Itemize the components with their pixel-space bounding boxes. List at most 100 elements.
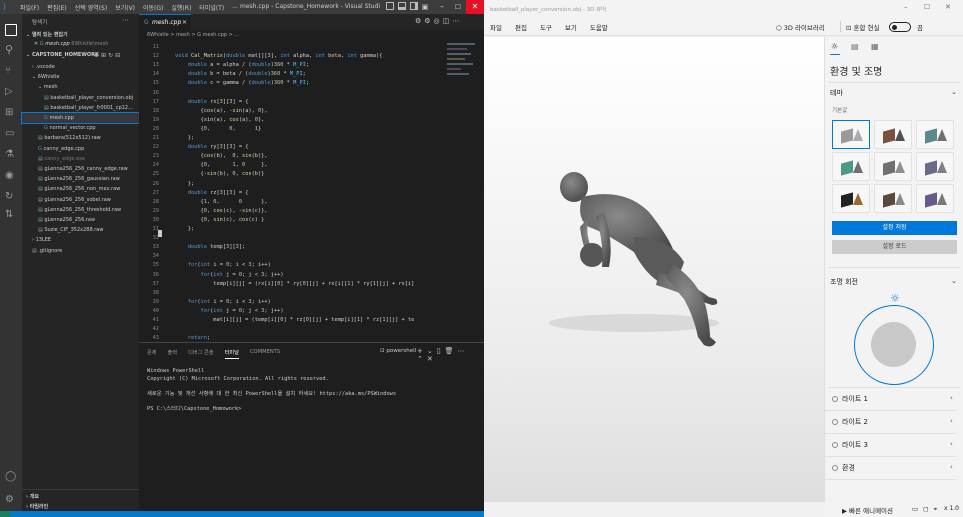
panel-tab[interactable]: 문제 — [147, 349, 157, 359]
layout-panel-icon[interactable] — [398, 2, 406, 10]
tree-item[interactable]: ▤ .gitignore — [22, 246, 139, 256]
theme-swatch[interactable] — [916, 152, 954, 181]
explorer-icon[interactable] — [5, 24, 17, 36]
terminal-actions-icons[interactable]: +⌄▯🗑⋯⌃✕ — [417, 347, 484, 363]
viewer-menu-item[interactable]: 도구 — [540, 22, 552, 32]
light-radio[interactable] — [832, 465, 838, 471]
tree-item[interactable]: ▤ gLenna256_256_canny_edge.raw — [22, 164, 139, 174]
animation-selector[interactable]: ▶ 빠른 애니메이션 — [842, 505, 893, 515]
pull-request-icon[interactable]: ⇅ — [5, 209, 17, 221]
tree-item[interactable]: ▤ gLenna256_256.raw — [22, 215, 139, 225]
viewer-menu-item[interactable]: 편집 — [515, 22, 527, 32]
theme-swatch[interactable] — [832, 120, 870, 149]
tree-item[interactable]: ▤ gLenna256_256_sobel.raw — [22, 195, 139, 205]
grid-tab-icon[interactable]: ▦ — [871, 42, 879, 51]
open-editor-item[interactable]: ✕ G mesh.cpp 6Whistle\mesh — [34, 41, 108, 47]
close-editor-icon[interactable]: ✕ — [34, 41, 38, 47]
outline-section[interactable]: › 개요 — [26, 493, 39, 500]
run-debug-icon[interactable]: ▷ — [5, 86, 17, 98]
theme-swatch[interactable] — [916, 184, 954, 213]
mixed-reality-toggle[interactable] — [889, 22, 911, 32]
tree-item[interactable]: ▤ gLenna256_256_gaussian.raw — [22, 174, 139, 184]
viewer-minimize-button[interactable]: – — [904, 3, 908, 11]
lighting-tab-icon[interactable]: ☼ — [831, 42, 838, 51]
tab-mesh-cpp[interactable]: G mesh.cpp ✕ — [139, 14, 191, 30]
theme-swatch[interactable] — [874, 184, 912, 213]
testing-icon[interactable]: ⚗ — [5, 149, 17, 161]
view-controls-icons[interactable]: ▭◻⌖ — [912, 505, 942, 514]
settings-gear-icon[interactable]: ⚙ — [5, 494, 17, 506]
tree-item[interactable]: ▤ basketball_player_conversion.obj — [22, 93, 139, 103]
3d-viewport[interactable] — [484, 37, 824, 502]
viewer-menu-item[interactable]: 파일 — [490, 22, 502, 32]
project-header[interactable]: ⌄ CAPSTONE_HOMEWORK — [26, 52, 99, 58]
maximize-button[interactable]: ☐ — [450, 0, 466, 14]
light-radio[interactable] — [832, 419, 838, 425]
tree-item[interactable]: ▤ gLenna256_256_threshold.raw — [22, 205, 139, 215]
terminal-shell-selector[interactable]: ⊡ powershell — [380, 348, 416, 354]
panel-tab[interactable]: 디버그 콘솔 — [188, 349, 214, 359]
chevron-left-icon[interactable]: ‹ — [950, 440, 953, 448]
light-radio[interactable] — [832, 442, 838, 448]
panel-tab[interactable]: COMMENTS — [250, 349, 280, 359]
explorer-more-icon[interactable]: ⋯ — [122, 16, 129, 24]
terminal-output[interactable]: Windows PowerShell Copyright (C) Microsof… — [147, 368, 477, 413]
layout-sidebar-icon[interactable] — [386, 2, 394, 10]
theme-swatch[interactable] — [916, 120, 954, 149]
sun-handle-icon[interactable]: ☼ — [889, 293, 901, 305]
light-rotation-dial[interactable] — [854, 305, 934, 385]
source-control-icon[interactable]: ⑂ — [5, 65, 17, 77]
light-row[interactable]: 라이트 2 ‹ — [830, 414, 960, 432]
tab-close-icon[interactable]: ✕ — [182, 19, 187, 26]
github-icon[interactable]: ◉ — [5, 170, 17, 182]
close-button[interactable]: ✕ — [466, 0, 484, 14]
menu-item[interactable]: 이동(G) — [143, 3, 163, 12]
minimap[interactable] — [447, 40, 481, 100]
light-row[interactable]: 라이트 3 ‹ — [830, 437, 960, 455]
theme-swatch[interactable] — [832, 184, 870, 213]
light-row[interactable]: 라이트 1 ‹ — [830, 391, 960, 409]
theme-swatch[interactable] — [832, 152, 870, 181]
menu-item[interactable]: 터미널(T) — [199, 3, 224, 12]
tree-item[interactable]: ▤ basketball_player_fr0001_cp12... — [22, 103, 139, 113]
theme-swatch[interactable] — [874, 120, 912, 149]
theme-collapse-icon[interactable]: ⌄ — [951, 88, 957, 96]
menu-item[interactable]: ... — [232, 3, 238, 12]
save-settings-button[interactable]: 설정 저장 — [832, 221, 957, 235]
tree-item[interactable]: ▤ gLenna256_256_non_max.raw — [22, 184, 139, 194]
layout-secondary-icon[interactable] — [410, 2, 418, 10]
tree-item[interactable]: G normal_vector.cpp — [22, 123, 139, 133]
load-settings-button[interactable]: 설정 로드 — [832, 240, 957, 254]
viewer-close-button[interactable]: ✕ — [945, 3, 951, 11]
menu-item[interactable]: 파일(F) — [20, 3, 39, 12]
menu-item[interactable]: 편집(E) — [47, 3, 67, 12]
breadcrumb[interactable]: 6Whistle > mesh > G mesh.cpp > ... — [139, 30, 484, 40]
tree-item[interactable]: G canny_edge.cpp — [22, 144, 139, 154]
viewer-maximize-button[interactable]: ☐ — [924, 3, 930, 11]
menu-item[interactable]: 선택 영역(S) — [75, 3, 107, 12]
menu-item[interactable]: 실행(R) — [171, 3, 191, 12]
rotation-collapse-icon[interactable]: ⌄ — [951, 277, 957, 285]
tree-item[interactable]: ▤ barbara(512x512).raw — [22, 133, 139, 143]
tree-item[interactable]: ▤ canny_edge.exe — [22, 154, 139, 164]
open-editors-header[interactable]: ⌄ 열려 있는 편집기 — [26, 31, 68, 38]
minimize-button[interactable]: – — [434, 0, 450, 14]
remote-explorer-icon[interactable]: ▭ — [5, 128, 17, 140]
search-icon[interactable]: ⚲ — [5, 44, 17, 56]
theme-swatch[interactable] — [874, 152, 912, 181]
remote-indicator-button[interactable] — [0, 511, 10, 517]
viewer-menu-item[interactable]: 보기 — [565, 22, 577, 32]
editor-actions-icons[interactable]: ⚙⚙◎◫⋯ — [415, 17, 462, 25]
stats-tab-icon[interactable]: ▤ — [851, 42, 859, 51]
panel-tab[interactable]: 출력 — [168, 349, 178, 359]
live-share-icon[interactable]: ↻ — [5, 191, 17, 203]
extensions-icon[interactable]: ⊞ — [5, 107, 17, 119]
3d-library-button[interactable]: ⬡ 3D 라이브러리 — [776, 22, 825, 32]
tree-item[interactable]: ▤ Suzie_CIF_352x288.raw — [22, 225, 139, 235]
project-actions-icons[interactable]: ⊕⊞↻⊟ — [94, 52, 122, 59]
tree-item[interactable]: G mesh.cpp — [21, 112, 140, 124]
light-radio[interactable] — [832, 396, 838, 402]
basketball-player-model[interactable] — [484, 37, 824, 502]
code-editor[interactable]: 11 12 void Cal_Matrix(double mat[][3], int… — [139, 40, 484, 342]
viewer-menu-item[interactable]: 도움말 — [590, 22, 608, 32]
